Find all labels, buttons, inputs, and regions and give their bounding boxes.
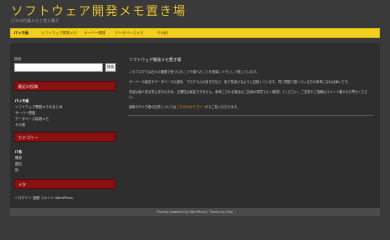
arrow-icon: » xyxy=(15,196,18,200)
post-paragraph: 内容は個人的な覚え書きのため、正確性は保証できません。参考にされる場合はご自身の… xyxy=(129,90,368,99)
category-link[interactable]: 雑記 xyxy=(15,161,22,166)
recent-post-link[interactable]: ITメモ帳 xyxy=(15,98,29,103)
site-title[interactable]: ソフトウェア開発メモ置き場 xyxy=(11,2,187,19)
categories-title: カテゴリー xyxy=(14,132,116,142)
nav-item-software-dev[interactable]: ソフトウェア開発メモ xyxy=(41,31,77,36)
main-content: ソフトウェア開発メモ置き場 このブログでは日々の開発で気づいたことや調べたことを… xyxy=(128,57,374,116)
nav-item-server[interactable]: サーバー関連 xyxy=(84,31,106,36)
category-inline-link[interactable]: こちらのカテゴリー xyxy=(176,105,205,109)
category-link[interactable]: 他 xyxy=(15,167,18,172)
content-area: 検索: 検索 最近の投稿 ITメモ帳 ソフトウェア開発メモのまとめ サーバー関連… xyxy=(10,43,380,216)
post-paragraph-with-link: 最新のITメモ帳の記事についてはこちらのカテゴリーからご覧いただけます。 xyxy=(129,105,374,110)
search-input[interactable] xyxy=(14,63,103,72)
main-navigation: ITメモ帳 ソフトウェア開発メモ サーバー関連 データベースメモ その他 xyxy=(10,28,380,38)
nav-item-it-memo[interactable]: ITメモ帳 xyxy=(14,31,29,36)
divider xyxy=(128,115,374,116)
site-tagline: 日々の作業メモと覚え書き xyxy=(11,18,59,23)
recent-posts-title: 最近の投稿 xyxy=(14,81,116,91)
meta-title: メタ xyxy=(14,179,116,189)
post-title[interactable]: ソフトウェア開発メモ置き場 xyxy=(129,57,374,63)
link-sentence-after: からご覧いただけます。 xyxy=(205,105,240,109)
search-button[interactable]: 検索 xyxy=(105,63,116,72)
meta-links-text[interactable]: ログイン 投稿 コメント WordPress xyxy=(18,196,73,200)
post-paragraph: このブログでは日々の開発で気づいたことや調べたことを簡単にメモとして残しています… xyxy=(129,70,260,74)
site-footer: Proudly powered by WordPress / Theme by … xyxy=(10,208,380,216)
recent-post-link[interactable]: その他 xyxy=(15,122,25,127)
meta-links[interactable]: »ログイン 投稿 コメント WordPress xyxy=(15,195,73,200)
recent-post-link[interactable]: データベース接続メモ xyxy=(15,116,49,121)
search-label: 検索: xyxy=(14,57,23,61)
nav-item-database[interactable]: データベースメモ xyxy=(115,31,144,36)
post-paragraph: サーバーの設定やデータベースの操作、プログラムの書き方など、後で見返せるように記… xyxy=(129,80,351,84)
category-link[interactable]: 開発 xyxy=(15,155,22,160)
link-sentence-before: 最新のITメモ帳の記事については xyxy=(129,105,177,109)
recent-post-link[interactable]: ソフトウェア開発メモのまとめ xyxy=(15,104,62,109)
recent-post-link[interactable]: サーバー関連 xyxy=(15,110,35,115)
nav-item-other[interactable]: その他 xyxy=(157,31,168,36)
category-link[interactable]: IT系 xyxy=(15,149,22,154)
